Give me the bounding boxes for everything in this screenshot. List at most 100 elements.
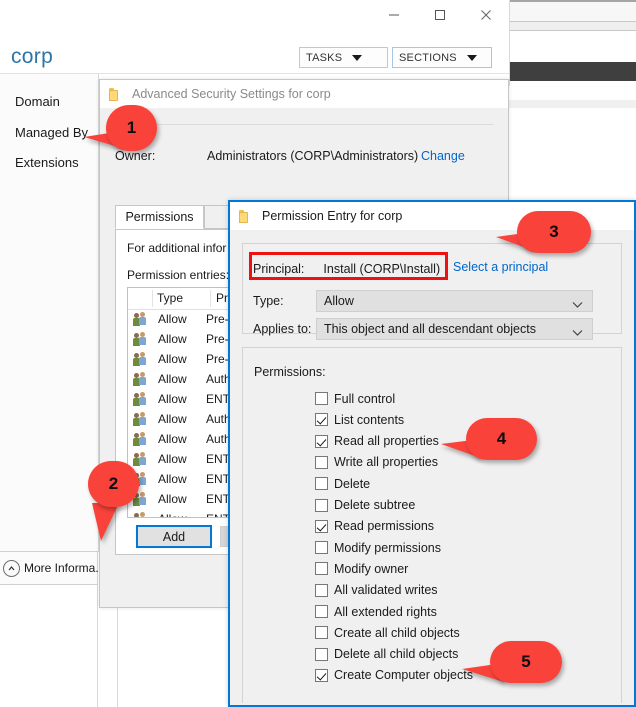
row-type: Allow xyxy=(158,492,187,506)
row-type: Allow xyxy=(158,392,187,406)
permission-checkbox-row[interactable]: List contents xyxy=(315,409,404,430)
permission-checkbox-row[interactable]: Full control xyxy=(315,388,395,409)
checkbox-icon[interactable] xyxy=(315,392,328,405)
sections-button[interactable]: SECTIONS xyxy=(392,47,492,68)
permission-label: Delete subtree xyxy=(334,498,416,512)
callout-number: 4 xyxy=(466,418,537,460)
permission-label: Full control xyxy=(334,391,396,406)
add-button[interactable]: Add xyxy=(136,525,212,548)
permission-entry-body: Principal: Install (CORP\Install) Select… xyxy=(230,230,634,705)
minimize-icon[interactable] xyxy=(371,0,417,30)
users-icon xyxy=(133,432,149,446)
permission-checkbox-row[interactable]: Modify owner xyxy=(315,558,408,579)
callout-number: 5 xyxy=(490,641,562,683)
checkbox-icon[interactable] xyxy=(315,498,328,512)
permission-label: Read all properties xyxy=(334,434,439,449)
tab-permissions[interactable]: Permissions xyxy=(115,205,204,229)
select-a-principal-link[interactable]: Select a principal xyxy=(453,260,548,274)
permission-entries-label: Permission entries: xyxy=(127,268,230,282)
applies-to-field-row: Applies to: This object and all descenda… xyxy=(253,318,593,340)
permission-label: All validated writes xyxy=(334,583,438,598)
main-window-titlebar xyxy=(0,0,509,38)
checkbox-icon[interactable] xyxy=(315,562,328,576)
column-divider xyxy=(152,290,153,307)
permission-label: All extended rights xyxy=(334,604,437,619)
users-icon xyxy=(133,392,149,406)
row-type: Allow xyxy=(158,352,187,366)
checkbox-icon[interactable] xyxy=(315,605,328,618)
type-select[interactable]: Allow xyxy=(316,290,593,312)
chevron-down-icon xyxy=(572,298,583,312)
checkbox-icon[interactable] xyxy=(315,413,328,427)
checkbox-icon[interactable] xyxy=(315,647,328,661)
applies-to-select[interactable]: This object and all descendant objects xyxy=(316,318,593,340)
more-information-label: More Informa.. xyxy=(24,561,103,575)
principal-group: Principal: Install (CORP\Install) Select… xyxy=(242,243,622,340)
row-type: Allow xyxy=(158,432,187,446)
sidebar-item-extensions[interactable]: Extensions xyxy=(15,155,79,170)
principal-row: Principal: Install (CORP\Install) xyxy=(253,258,440,279)
permissions-group: Permissions: Full control List contents Re… xyxy=(242,347,622,703)
permission-label: Delete xyxy=(334,476,371,491)
permission-checkbox-row[interactable]: Delete subtree xyxy=(315,495,415,516)
callout-number: 3 xyxy=(517,211,591,253)
users-icon xyxy=(133,312,149,326)
sidebar-item-managed-by[interactable]: Managed By xyxy=(15,125,88,140)
tasks-button[interactable]: TASKS xyxy=(299,47,388,68)
maximize-icon[interactable] xyxy=(417,0,463,30)
permission-checkbox-row[interactable]: Create Computer objects xyxy=(315,665,473,686)
permission-checkbox-row[interactable]: All validated writes xyxy=(315,580,438,601)
permission-checkbox-row[interactable]: Delete xyxy=(315,473,370,494)
chevron-down-icon xyxy=(572,326,583,340)
left-bottom-blank-area xyxy=(0,585,98,707)
users-icon xyxy=(133,412,149,426)
permission-entry-dialog: Permission Entry for corp Principal: Ins… xyxy=(228,200,636,707)
callout-tail xyxy=(92,503,119,541)
permission-label: Modify owner xyxy=(334,561,409,576)
advanced-security-titlebar: Advanced Security Settings for corp xyxy=(100,80,508,108)
row-type: Allow xyxy=(158,472,187,486)
checkbox-icon[interactable] xyxy=(315,541,328,555)
permission-checkbox-row[interactable]: Delete all child objects xyxy=(315,644,458,665)
background-right-panel xyxy=(509,0,636,86)
checkbox-icon[interactable] xyxy=(315,668,328,682)
permission-checkbox-row[interactable]: Read all properties xyxy=(315,431,439,452)
sections-button-label: SECTIONS xyxy=(399,51,457,64)
row-type: Allow xyxy=(158,412,187,426)
row-type: Allow xyxy=(158,512,206,517)
background-lower-strip xyxy=(509,100,636,108)
folder-icon xyxy=(239,209,253,223)
background-content-divider xyxy=(117,608,118,707)
checkbox-icon[interactable] xyxy=(315,477,328,491)
permission-checkbox-row[interactable]: Read permissions xyxy=(315,516,434,537)
checkbox-icon[interactable] xyxy=(315,626,328,640)
permission-checkbox-row[interactable]: All extended rights xyxy=(315,601,437,622)
checkbox-icon[interactable] xyxy=(315,455,328,469)
more-information-bar[interactable]: More Informa.. xyxy=(0,551,102,585)
close-icon[interactable] xyxy=(463,0,509,30)
checkbox-icon[interactable] xyxy=(315,434,328,448)
sidebar-item-domain[interactable]: Domain xyxy=(15,94,60,109)
row-principal: Auth xyxy=(206,432,231,446)
users-icon xyxy=(133,512,149,517)
permission-label: Create Computer objects xyxy=(334,668,473,683)
row-type: Allow xyxy=(158,372,187,386)
checkbox-icon[interactable] xyxy=(315,519,328,533)
applies-to-label: Applies to: xyxy=(253,322,312,336)
column-header-type[interactable]: Type xyxy=(157,291,183,305)
owner-change-link[interactable]: Change xyxy=(421,149,465,163)
divider xyxy=(114,124,494,125)
owner-label: Owner: xyxy=(115,149,156,163)
permission-checkbox-row[interactable]: Modify permissions xyxy=(315,537,441,558)
users-icon xyxy=(133,352,149,366)
permission-checkbox-row[interactable]: Create all child objects xyxy=(315,622,460,643)
background-panel-band-2 xyxy=(510,22,636,31)
permission-label: Read permissions xyxy=(334,519,435,534)
tasks-button-label: TASKS xyxy=(306,51,343,64)
permission-label: Create all child objects xyxy=(334,625,460,640)
checkbox-icon[interactable] xyxy=(315,583,328,597)
row-principal: Auth xyxy=(206,412,231,426)
row-type: Allow xyxy=(158,312,187,326)
permission-checkbox-row[interactable]: Write all properties xyxy=(315,452,438,473)
type-field-row: Type: Allow xyxy=(253,290,593,312)
